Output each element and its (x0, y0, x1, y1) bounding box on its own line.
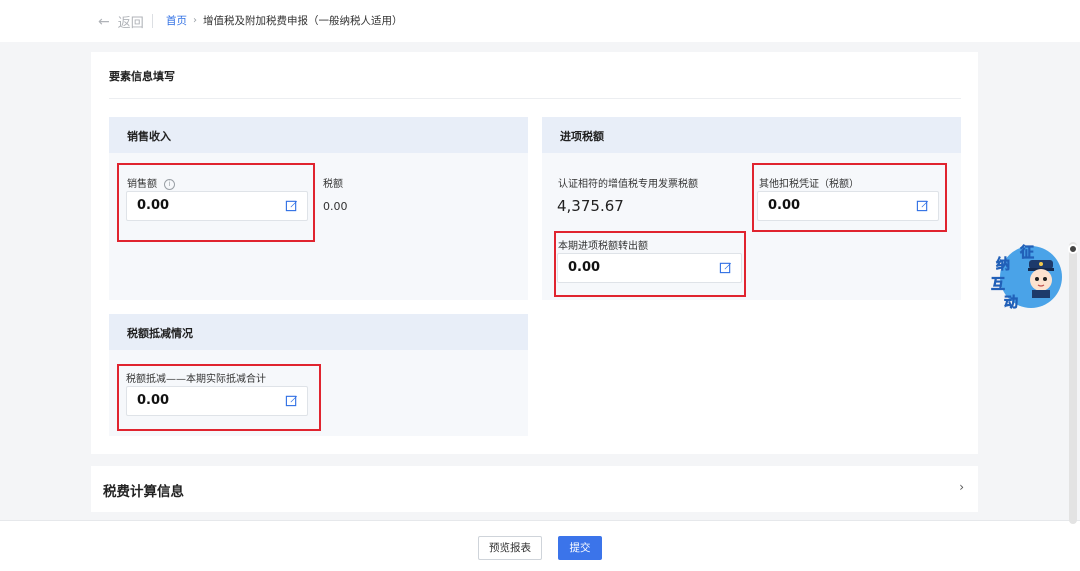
tax-calculation-section[interactable]: 税费计算信息 › (91, 466, 978, 512)
tax-calculation-title: 税费计算信息 (103, 484, 184, 500)
highlight-box-transfer-out (554, 231, 746, 297)
widget-char-2: 纳 (996, 257, 1011, 274)
interaction-assistant-widget[interactable]: 征 纳 互 动 (988, 240, 1070, 316)
sales-tax-value: 0.00 (323, 200, 348, 213)
card-divider (109, 98, 961, 99)
deduction-section-header: 税额抵减情况 (109, 314, 528, 350)
deduction-section-title: 税额抵减情况 (127, 327, 193, 340)
breadcrumb-current: 增值税及附加税费申报（一般纳税人适用） (203, 15, 403, 27)
sales-section-title: 销售收入 (127, 130, 171, 143)
certified-tax-value: 4,375.67 (557, 197, 624, 215)
breadcrumb: 首页 › 增值税及附加税费申报（一般纳税人适用） (166, 13, 403, 28)
input-tax-section-title: 进项税额 (560, 130, 604, 143)
element-info-card: 要素信息填写 销售收入 销售额 i 0.00 税额 0.00 进项税额 认证相符的… (91, 52, 978, 454)
preview-report-button[interactable]: 预览报表 (478, 536, 542, 560)
card-title: 要素信息填写 (109, 70, 175, 83)
widget-char-1: 征 (1020, 245, 1035, 262)
sales-section-header: 销售收入 (109, 117, 528, 153)
back-label: 返回 (117, 16, 144, 31)
widget-char-4: 动 (1004, 295, 1019, 312)
footer-bar: 预览报表 提交 (0, 520, 1080, 571)
breadcrumb-separator: › (193, 15, 197, 26)
widget-char-3: 互 (991, 277, 1006, 294)
back-button[interactable]: ← 返回 (98, 12, 144, 32)
submit-button[interactable]: 提交 (558, 536, 602, 560)
highlight-box-sales-amount (117, 163, 315, 242)
sales-tax-label: 税额 (323, 179, 343, 190)
scrollbar-track[interactable] (1069, 242, 1077, 524)
top-bar: ← 返回 首页 › 增值税及附加税费申报（一般纳税人适用） (0, 0, 1080, 42)
arrow-left-icon: ← (98, 13, 110, 30)
breadcrumb-home-link[interactable]: 首页 (166, 13, 187, 28)
highlight-box-deduction (117, 364, 321, 431)
input-tax-section-header: 进项税额 (542, 117, 961, 153)
chevron-right-icon: › (959, 480, 964, 494)
highlight-box-other-deduction (752, 163, 947, 232)
divider (152, 14, 153, 28)
officer-avatar-icon (1028, 260, 1054, 298)
certified-tax-label: 认证相符的增值税专用发票税额 (558, 179, 698, 190)
